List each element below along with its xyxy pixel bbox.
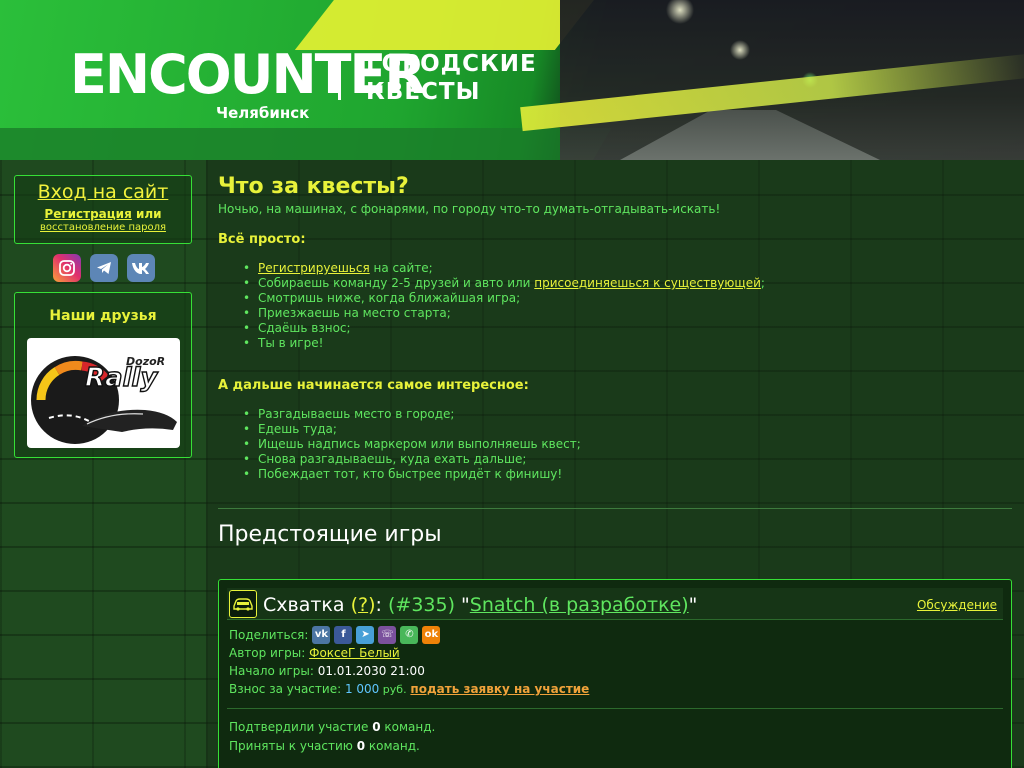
share-row: Поделиться: vk f ➤ ☏ ✆ ok — [229, 626, 589, 644]
accepted-suffix: команд. — [365, 739, 420, 753]
intro-section: Что за квесты? Ночью, на машинах, с фона… — [218, 172, 1008, 482]
next-heading: А дальше начинается самое интересное: — [218, 378, 529, 393]
list-item-text: ; — [760, 276, 765, 290]
list-item-text: Собираешь команду 2-5 друзей и авто или — [258, 276, 535, 290]
telegram-icon[interactable] — [90, 254, 118, 282]
game-details: Поделиться: vk f ➤ ☏ ✆ ok Автор игры: Фо… — [229, 626, 589, 699]
apply-link[interactable]: подать заявку на участие — [410, 682, 589, 696]
share-label: Поделиться: — [229, 628, 309, 642]
list-item: Приезжаешь на место старта; — [243, 306, 1008, 321]
car-icon — [229, 590, 257, 618]
fee-currency: руб. — [379, 683, 407, 696]
intro-title: Что за квесты? — [218, 174, 409, 199]
fee-value: 1 000 — [344, 682, 380, 696]
next-steps-list: Разгадываешь место в городе; Едешь туда;… — [218, 407, 1008, 482]
accepted-label: Приняты к участию — [229, 739, 357, 753]
fee-row: Взнос за участие: 1 000 руб. подать заяв… — [229, 680, 589, 699]
register-inline-link[interactable]: Регистрируешься — [258, 261, 370, 275]
logo-tagline: ГОРОДСКИЕ КВЕСТЫ — [366, 50, 537, 106]
vk-icon[interactable] — [127, 254, 155, 282]
friends-title: Наши друзья — [49, 308, 157, 324]
game-type-help-link[interactable]: (?) — [351, 594, 376, 616]
register-row: Регистрация или — [15, 207, 191, 221]
register-link[interactable]: Регистрация — [44, 207, 131, 221]
confirmed-label: Подтвердили участие — [229, 720, 373, 734]
dozor-rally-logo[interactable]: DozoR Rally — [27, 338, 180, 448]
discussion-link[interactable]: Обсуждение — [917, 598, 997, 612]
start-label: Начало игры: — [229, 664, 314, 678]
sidebar — [0, 160, 206, 768]
game-divider — [227, 708, 1003, 709]
or-text: или — [131, 207, 162, 221]
accepted-count: 0 — [356, 739, 366, 753]
author-row: Автор игры: ФоксеГ Белый — [229, 644, 589, 662]
simple-heading: Всё просто: — [218, 232, 306, 247]
intro-lead: Ночью, на машинах, с фонарями, по городу… — [218, 202, 721, 216]
banner-decor — [0, 128, 612, 160]
share-telegram-icon[interactable]: ➤ — [356, 626, 375, 644]
accepted-row: Приняты к участию 0 команд. — [229, 737, 435, 756]
login-link[interactable]: Вход на сайт — [15, 181, 191, 203]
list-item: Побеждает тот, кто быстрее придёт к фини… — [243, 467, 1008, 482]
logo-rally-text: Rally — [85, 363, 158, 393]
section-divider — [218, 508, 1012, 509]
list-item: Едешь туда; — [243, 422, 1008, 437]
game-header: Схватка (?): (#335) "Snatch (в разработк… — [227, 588, 1003, 620]
author-label: Автор игры: — [229, 646, 306, 660]
join-team-link[interactable]: присоединяешься к существующей — [534, 276, 761, 290]
share-facebook-icon[interactable]: f — [334, 626, 353, 644]
header-banner: ENCOUNTER Челябинск ГОРОДСКИЕ КВЕСТЫ — [0, 0, 1024, 160]
game-card: Схватка (?): (#335) "Snatch (в разработк… — [218, 579, 1012, 768]
game-title: Схватка (?): (#335) "Snatch (в разработк… — [263, 594, 698, 616]
restore-password-link[interactable]: восстановление пароля — [15, 222, 191, 233]
game-type: Схватка — [263, 594, 345, 616]
list-item: Сдаёшь взнос; — [243, 321, 1008, 336]
game-name-link[interactable]: Snatch (в разработке) — [470, 594, 689, 616]
confirmed-row: Подтвердили участие 0 команд. — [229, 718, 435, 737]
start-value: 01.01.2030 21:00 — [317, 664, 425, 678]
list-item: Собираешь команду 2-5 друзей и авто или … — [243, 276, 1008, 291]
list-item: Смотришь ниже, когда ближайшая игра; — [243, 291, 1008, 306]
list-item: Разгадываешь место в городе; — [243, 407, 1008, 422]
confirmed-count: 0 — [372, 720, 381, 734]
fee-label: Взнос за участие: — [229, 682, 342, 696]
list-item: Ищешь надпись маркером или выполняешь кв… — [243, 437, 1008, 452]
logo-divider — [338, 56, 341, 100]
share-viber-icon[interactable]: ☏ — [378, 626, 397, 644]
steps-list: Регистрируешься на сайте; Собираешь кома… — [218, 261, 1008, 351]
list-item: Регистрируешься на сайте; — [243, 261, 1008, 276]
game-number: (#335) — [387, 594, 455, 616]
instagram-icon[interactable] — [53, 254, 81, 282]
game-stats: Подтвердили участие 0 команд. Приняты к … — [229, 718, 435, 756]
friends-box: Наши друзья DozoR Rally — [14, 292, 192, 458]
help-mark[interactable]: ? — [358, 594, 368, 616]
author-link[interactable]: ФоксеГ Белый — [309, 646, 400, 660]
list-item: Ты в игре! — [243, 336, 1008, 351]
social-links — [53, 254, 155, 282]
start-row: Начало игры: 01.01.2030 21:00 — [229, 662, 589, 680]
upcoming-heading: Предстоящие игры — [218, 522, 442, 547]
logo-city-name: Челябинск — [216, 104, 310, 122]
list-item: Снова разгадываешь, куда ехать дальше; — [243, 452, 1008, 467]
share-whatsapp-icon[interactable]: ✆ — [400, 626, 419, 644]
list-item-text: на сайте; — [369, 261, 433, 275]
confirmed-suffix: команд. — [380, 720, 436, 734]
share-odnoklassniki-icon[interactable]: ok — [422, 626, 441, 644]
login-box: Вход на сайт Регистрация или восстановле… — [14, 175, 192, 244]
share-vk-icon[interactable]: vk — [312, 626, 331, 644]
tagline-line1: ГОРОДСКИЕ — [366, 51, 537, 77]
tagline-line2: КВЕСТЫ — [366, 79, 481, 105]
